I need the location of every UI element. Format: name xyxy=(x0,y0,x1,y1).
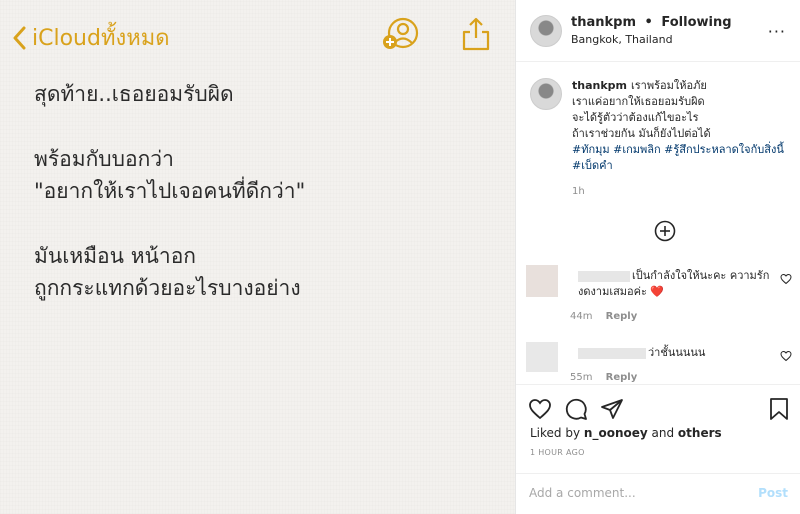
post-timestamp: 1 HOUR AGO xyxy=(530,448,585,457)
action-bar xyxy=(528,397,624,421)
note-line: พร้อมกับบอกว่า xyxy=(34,147,174,171)
caption-line: เราแค่อยากให้เธอยอมรับผิด xyxy=(572,95,705,108)
post-panel: thankpm • Following Bangkok, Thailand ··… xyxy=(516,0,800,514)
header-user: thankpm • Following xyxy=(571,15,732,30)
share-direct-icon[interactable] xyxy=(600,397,624,421)
separator-dot: • xyxy=(644,15,653,30)
post-comment-button[interactable]: Post xyxy=(758,486,788,500)
blurred-username xyxy=(578,347,646,359)
note-toolbar xyxy=(381,16,491,52)
liked-by-others-link[interactable]: others xyxy=(678,426,722,440)
comment-icon[interactable] xyxy=(564,397,588,421)
post-actions: Liked by n_oonoey and others 1 HOUR AGO … xyxy=(516,384,800,514)
post-header: thankpm • Following Bangkok, Thailand ··… xyxy=(516,0,800,62)
note-line: มันเหมือน หน้าอก xyxy=(34,244,197,268)
caption-time: 1h xyxy=(572,186,585,197)
bookmark-icon[interactable] xyxy=(768,397,790,421)
caption-line: จะได้รู้ตัวว่าต้องแก้ไขอะไร xyxy=(572,111,699,124)
note-line: "อยากให้เราไปเจอคนที่ดีกว่า" xyxy=(34,179,306,203)
following-button[interactable]: Following xyxy=(661,15,731,30)
comment-text: เป็นกำลังใจให้นะคะ ความรัก งดงามเสมอค่ะ … xyxy=(578,269,770,298)
avatar[interactable] xyxy=(530,78,562,110)
liked-by: Liked by n_oonoey and others xyxy=(530,426,722,440)
blurred-username xyxy=(578,270,630,282)
comment-text: ว่าชั้นนนนน xyxy=(578,345,778,361)
avatar[interactable] xyxy=(526,265,558,297)
comment-time: 44m xyxy=(570,311,593,322)
load-more-comments-icon[interactable] xyxy=(654,220,676,242)
avatar[interactable] xyxy=(530,15,562,47)
caption-username[interactable]: thankpm xyxy=(572,79,627,92)
back-label: iCloudทั้งหมด xyxy=(32,26,170,51)
reply-button[interactable]: Reply xyxy=(606,311,638,322)
chevron-left-icon xyxy=(13,26,26,49)
caption-text: thankpm เราพร้อมให้อภัย เราแค่อยากให้เธอย… xyxy=(572,78,798,174)
share-icon xyxy=(462,17,490,51)
add-comment-bar: Post xyxy=(516,473,800,514)
comment-input[interactable] xyxy=(529,486,739,500)
username-link[interactable]: thankpm xyxy=(571,15,636,30)
caption-line: เราพร้อมให้อภัย xyxy=(631,79,707,92)
comment-time: 55m xyxy=(570,372,593,383)
comment-meta: 44m Reply xyxy=(570,311,637,322)
hashtags[interactable]: #เบ็ดคำ xyxy=(572,158,798,174)
location-link[interactable]: Bangkok, Thailand xyxy=(571,33,673,46)
avatar[interactable] xyxy=(526,342,558,372)
hashtags[interactable]: #ทักมุม #เกมพลิก #รู้สึกประหลาดใจกับสิ่ง… xyxy=(572,142,798,158)
note-line: ถูกกระแทกด้วยอะไรบางอย่าง xyxy=(34,276,301,300)
note-line: สุดท้าย..เธอยอมรับผิด xyxy=(34,82,234,106)
liked-by-user-link[interactable]: n_oonoey xyxy=(584,426,648,440)
heart-icon[interactable] xyxy=(780,273,792,285)
reply-button[interactable]: Reply xyxy=(606,372,638,383)
back-to-icloud-button: iCloudทั้งหมด xyxy=(12,20,170,55)
note-text: สุดท้าย..เธอยอมรับผิด พร้อมกับบอกว่า "อย… xyxy=(34,78,494,304)
like-icon[interactable] xyxy=(528,397,552,421)
add-person-icon xyxy=(383,17,419,49)
note-image: iCloudทั้งหมด สุดท้าย..เธอยอมรับผิด พร้อ… xyxy=(0,0,516,514)
more-options-icon[interactable]: ··· xyxy=(768,22,786,41)
comment-meta: 55m Reply xyxy=(570,372,637,383)
heart-icon[interactable] xyxy=(780,350,792,362)
caption-line: ถ้าเราช่วยกัน มันก็ยังไปต่อได้ xyxy=(572,127,711,140)
